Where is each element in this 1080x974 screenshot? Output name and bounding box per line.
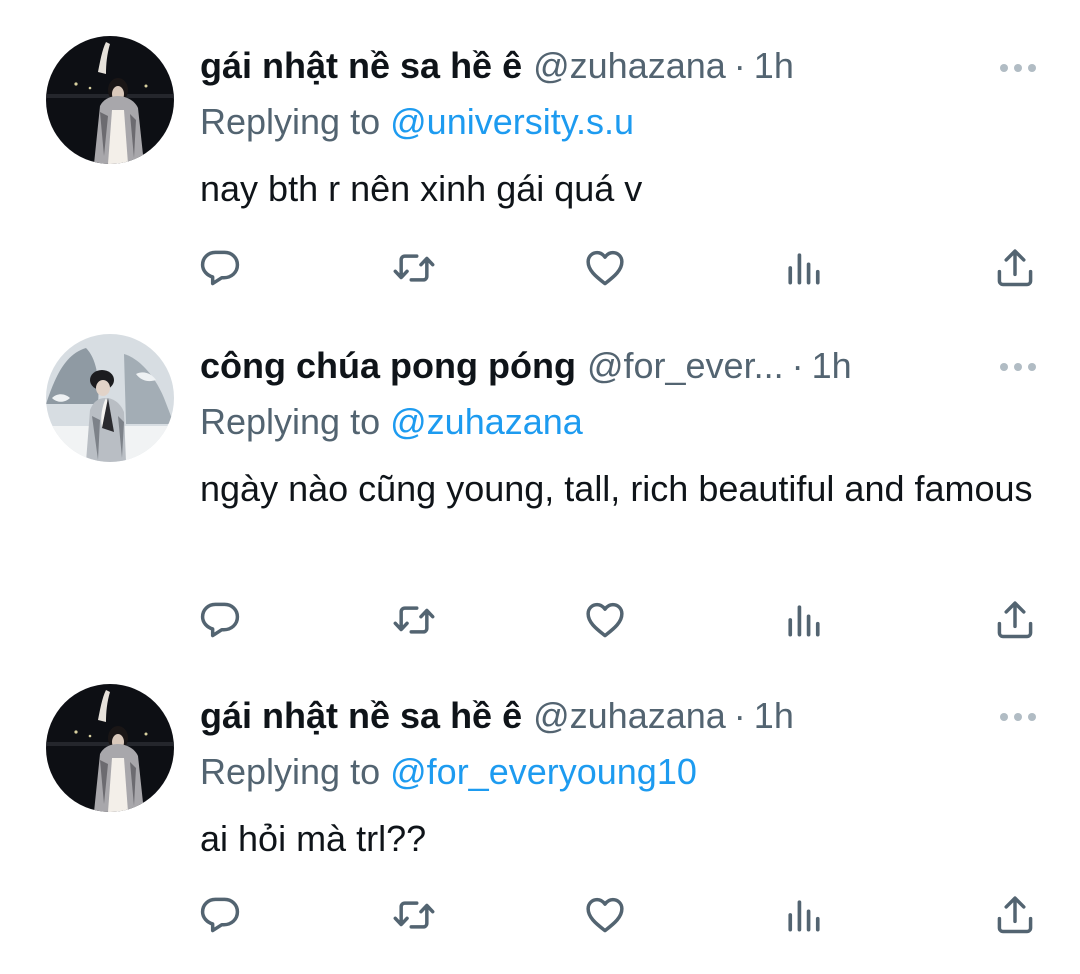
- replying-to-line: Replying to @for_everyoung10: [200, 750, 1040, 794]
- timestamp[interactable]: 1h: [754, 44, 794, 88]
- tweet-text: ai hỏi mà trl??: [200, 818, 427, 859]
- retweet-button[interactable]: [384, 238, 444, 298]
- action-bar: [190, 238, 1050, 298]
- views-button[interactable]: [774, 885, 834, 945]
- retweet-button[interactable]: [384, 590, 444, 650]
- user-handle[interactable]: @zuhazana: [533, 44, 726, 88]
- more-dot-icon: [1014, 363, 1022, 371]
- tweet-header: công chúa pong póng @for_ever... · 1h: [200, 344, 1040, 388]
- like-icon: [583, 246, 627, 290]
- reply-icon: [198, 246, 242, 290]
- tweet[interactable]: gái nhật nề sa hề ê @zuhazana · 1h Reply…: [0, 0, 1080, 325]
- reply-icon: [198, 893, 242, 937]
- avatar[interactable]: [46, 36, 174, 164]
- more-dot-icon: [1014, 64, 1022, 72]
- retweet-button[interactable]: [384, 885, 444, 945]
- replying-to-label: Replying to: [200, 751, 381, 792]
- separator-dot: ·: [733, 45, 746, 86]
- avatar-image: [46, 684, 174, 812]
- replying-to-line: Replying to @zuhazana: [200, 400, 1040, 444]
- more-options-button[interactable]: [1000, 361, 1036, 373]
- share-icon: [993, 893, 1037, 937]
- replying-to-handle[interactable]: @zuhazana: [390, 401, 583, 442]
- action-bar: [190, 885, 1050, 945]
- tweet-header: gái nhật nề sa hề ê @zuhazana · 1h: [200, 44, 1040, 88]
- views-icon: [782, 246, 826, 290]
- tweet[interactable]: gái nhật nề sa hề ê @zuhazana · 1h Reply…: [0, 675, 1080, 974]
- views-icon: [782, 893, 826, 937]
- replying-to-label: Replying to: [200, 401, 381, 442]
- reply-thread: gái nhật nề sa hề ê @zuhazana · 1h Reply…: [0, 0, 1080, 974]
- more-options-button[interactable]: [1000, 711, 1036, 723]
- replying-to-handle[interactable]: @university.s.u: [390, 101, 634, 142]
- user-handle[interactable]: @for_ever...: [587, 344, 784, 388]
- separator-dot: ·: [791, 345, 804, 386]
- display-name[interactable]: công chúa pong póng: [200, 344, 576, 388]
- replying-to-label: Replying to: [200, 101, 381, 142]
- reply-button[interactable]: [190, 590, 250, 650]
- avatar[interactable]: [46, 684, 174, 812]
- action-bar: [190, 590, 1050, 650]
- share-button[interactable]: [985, 238, 1045, 298]
- more-options-button[interactable]: [1000, 62, 1036, 74]
- avatar-image: [46, 36, 174, 164]
- share-icon: [993, 246, 1037, 290]
- tweet[interactable]: công chúa pong póng @for_ever... · 1h Re…: [0, 325, 1080, 675]
- tweet-text: ngày nào cũng young, tall, rich beautifu…: [200, 468, 1033, 509]
- reply-button[interactable]: [190, 238, 250, 298]
- timestamp[interactable]: 1h: [754, 694, 794, 738]
- like-button[interactable]: [575, 885, 635, 945]
- share-button[interactable]: [985, 885, 1045, 945]
- user-handle[interactable]: @zuhazana: [533, 694, 726, 738]
- more-dot-icon: [1000, 363, 1008, 371]
- more-dot-icon: [1028, 64, 1036, 72]
- like-icon: [583, 893, 627, 937]
- share-icon: [993, 598, 1037, 642]
- like-icon: [583, 598, 627, 642]
- share-button[interactable]: [985, 590, 1045, 650]
- more-dot-icon: [1028, 363, 1036, 371]
- display-name[interactable]: gái nhật nề sa hề ê: [200, 44, 522, 88]
- reply-icon: [198, 598, 242, 642]
- display-name[interactable]: gái nhật nề sa hề ê: [200, 694, 522, 738]
- views-icon: [782, 598, 826, 642]
- more-dot-icon: [1014, 713, 1022, 721]
- like-button[interactable]: [575, 238, 635, 298]
- more-dot-icon: [1028, 713, 1036, 721]
- tweet-header: gái nhật nề sa hề ê @zuhazana · 1h: [200, 694, 1040, 738]
- retweet-icon: [392, 893, 436, 937]
- views-button[interactable]: [774, 238, 834, 298]
- separator-dot: ·: [733, 695, 746, 736]
- reply-button[interactable]: [190, 885, 250, 945]
- like-button[interactable]: [575, 590, 635, 650]
- more-dot-icon: [1000, 64, 1008, 72]
- timestamp[interactable]: 1h: [812, 344, 852, 388]
- replying-to-handle[interactable]: @for_everyoung10: [390, 751, 697, 792]
- tweet-text: nay bth r nên xinh gái quá v: [200, 168, 643, 209]
- more-dot-icon: [1000, 713, 1008, 721]
- views-button[interactable]: [774, 590, 834, 650]
- avatar[interactable]: [46, 334, 174, 462]
- retweet-icon: [392, 598, 436, 642]
- retweet-icon: [392, 246, 436, 290]
- replying-to-line: Replying to @university.s.u: [200, 100, 1040, 144]
- avatar-image: [46, 334, 174, 462]
